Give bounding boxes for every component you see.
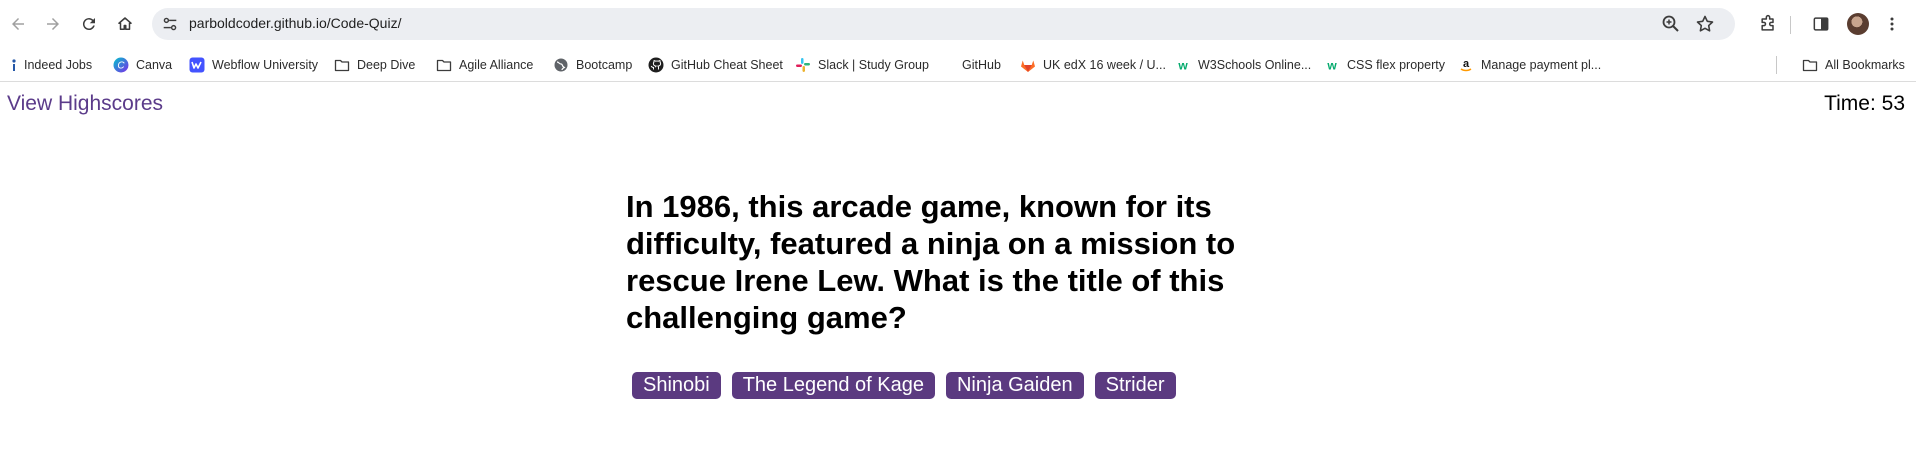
bookmark-label: Manage payment pl... [1481, 57, 1602, 72]
bookmark-label: Canva [136, 57, 173, 72]
toolbar-divider [1790, 16, 1791, 34]
bookmark-indeed-jobs[interactable]: Indeed Jobs [10, 48, 92, 81]
bookmark-github[interactable]: GitHub [962, 48, 1001, 81]
globe-icon [553, 57, 569, 73]
folder-icon [334, 57, 350, 73]
side-panel-icon[interactable] [1809, 12, 1833, 36]
bookmark-label: Agile Alliance [459, 57, 534, 72]
bookmark-label: W3Schools Online... [1198, 57, 1312, 72]
answer-choice-button[interactable]: Strider [1094, 372, 1176, 399]
bookmark-label: Webflow University [212, 57, 319, 72]
view-highscores-link[interactable]: View Highscores [7, 92, 163, 116]
forward-button[interactable] [40, 11, 66, 37]
indeed-icon [10, 57, 18, 73]
bookmark-label: UK edX 16 week / U... [1043, 57, 1166, 72]
profile-avatar[interactable] [1847, 13, 1869, 35]
extensions-icon[interactable] [1756, 12, 1780, 36]
svg-text:w: w [1177, 58, 1188, 72]
w3schools-icon: w [1324, 57, 1340, 73]
bookmark-label: GitHub [962, 57, 1001, 72]
timer-label: Time: [1824, 92, 1876, 115]
bookmarks-bar: Indeed Jobs C Canva Webflow University D… [0, 48, 1916, 82]
slack-icon [795, 57, 811, 73]
bookmark-label: CSS flex property [1347, 57, 1445, 72]
back-button[interactable] [5, 11, 31, 37]
kebab-menu-icon[interactable] [1880, 12, 1904, 36]
home-icon [118, 17, 132, 30]
reload-icon [82, 18, 95, 31]
bookmark-deep-dive[interactable]: Deep Dive [334, 48, 415, 81]
bookmark-manage-payment[interactable]: a Manage payment pl... [1458, 48, 1601, 81]
answer-choice-button[interactable]: Shinobi [632, 372, 721, 399]
bookmark-bootcamp[interactable]: Bootcamp [553, 48, 632, 81]
canva-icon: C [113, 57, 129, 73]
url-text[interactable]: parboldcoder.github.io/Code-Quiz/ [189, 15, 401, 31]
timer-value: 53 [1881, 92, 1905, 115]
bookmark-canva[interactable]: C Canva [113, 48, 172, 81]
bookmark-label: Slack | Study Group [818, 57, 929, 72]
folder-icon [1802, 57, 1818, 73]
timer: Time: 53 [1824, 92, 1905, 116]
home-button[interactable] [112, 11, 138, 37]
amazon-icon: a [1458, 57, 1474, 73]
bookmark-label: Deep Dive [357, 57, 416, 72]
browser-toolbar: parboldcoder.github.io/Code-Quiz/ [0, 0, 1916, 48]
bookmark-webflow-university[interactable]: Webflow University [189, 48, 318, 81]
answer-choice-button[interactable]: Ninja Gaiden [945, 372, 1084, 399]
answer-choice-button[interactable]: The Legend of Kage [731, 372, 935, 399]
bookmark-agile-alliance[interactable]: Agile Alliance [436, 48, 533, 81]
w3schools-icon: w [1175, 57, 1191, 73]
all-bookmarks-label: All Bookmarks [1825, 57, 1905, 72]
svg-text:a: a [1463, 58, 1470, 70]
site-info-icon[interactable] [160, 14, 180, 34]
github-icon [648, 57, 664, 73]
all-bookmarks[interactable]: All Bookmarks [1802, 48, 1905, 81]
bookmark-star-icon[interactable] [1695, 14, 1715, 34]
bookmark-github-cheat-sheet[interactable]: GitHub Cheat Sheet [648, 48, 783, 81]
bookmark-label: GitHub Cheat Sheet [671, 57, 783, 72]
arrow-left-icon [12, 18, 24, 30]
svg-text:C: C [117, 60, 125, 71]
bookmarks-divider [1776, 56, 1777, 74]
question-text: In 1986, this arcade game, known for its… [626, 189, 1236, 335]
folder-icon [436, 57, 452, 73]
svg-text:w: w [1326, 58, 1337, 72]
zoom-icon[interactable] [1661, 14, 1681, 34]
answer-choices: Shinobi The Legend of Kage Ninja Gaiden … [632, 372, 1176, 399]
arrow-right-icon [47, 18, 59, 30]
gitlab-icon [1020, 57, 1036, 73]
bookmark-css-flex-property[interactable]: w CSS flex property [1324, 48, 1445, 81]
reload-button[interactable] [76, 11, 102, 37]
bookmark-w3schools[interactable]: w W3Schools Online... [1175, 48, 1311, 81]
address-bar[interactable]: parboldcoder.github.io/Code-Quiz/ [152, 8, 1735, 40]
bookmark-label: Bootcamp [576, 57, 633, 72]
bookmark-label: Indeed Jobs [24, 57, 93, 72]
webflow-icon [189, 57, 205, 73]
bookmark-slack-study-group[interactable]: Slack | Study Group [795, 48, 929, 81]
bookmark-uk-edx[interactable]: UK edX 16 week / U... [1020, 48, 1166, 81]
